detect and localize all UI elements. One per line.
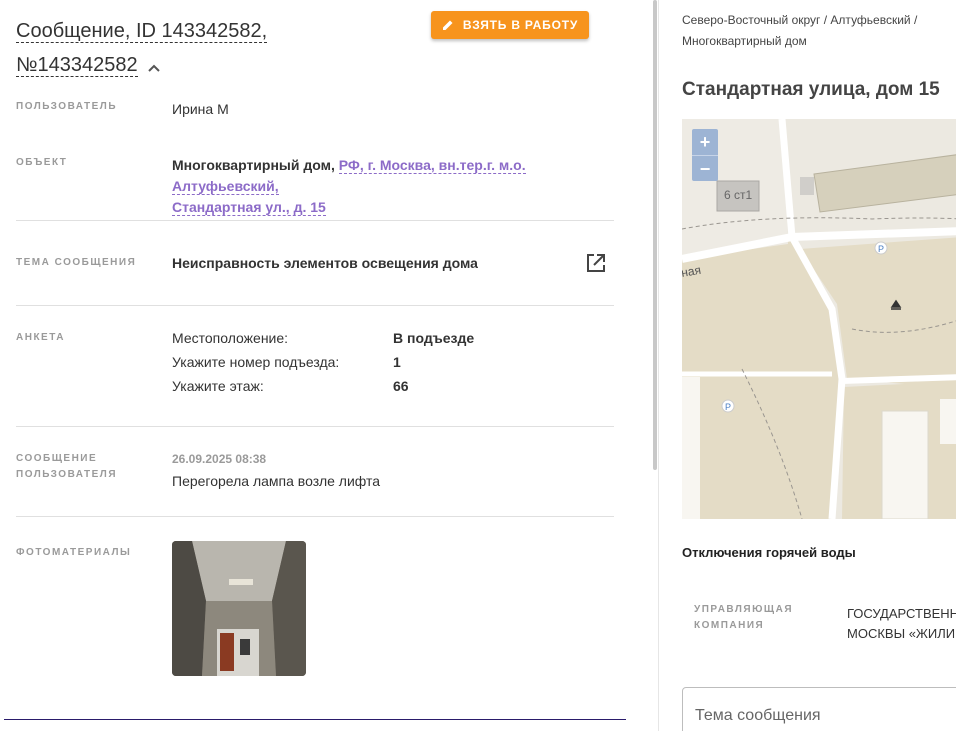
object-info-panel: Северо-Восточный округ / Алтуфьевский / …	[659, 0, 956, 731]
hot-water-outages-title: Отключения горячей воды	[682, 545, 856, 560]
object-value: Многоквартирный дом, РФ, г. Москва, вн.т…	[172, 155, 617, 218]
breadcrumb-line2[interactable]: Многоквартирный дом	[682, 34, 807, 48]
scrollbar-thumb[interactable]	[653, 0, 657, 470]
survey-answer: 66	[393, 378, 409, 394]
map-parking-label: P	[878, 244, 884, 254]
breadcrumb-line1[interactable]: Северо-Восточный округ / Алтуфьевский /	[682, 13, 917, 27]
mc-label-line2: КОМПАНИЯ	[694, 620, 765, 631]
message-text: Перегорела лампа возле лифта	[172, 473, 381, 489]
management-company-value: ГОСУДАРСТВЕНН МОСКВЫ «ЖИЛИ	[847, 604, 956, 644]
map-parking-label-2: P	[725, 402, 731, 412]
map[interactable]: 6 ст1 P P ная + −	[682, 119, 956, 519]
message-label: СООБЩЕНИЕ ПОЛЬЗОВАТЕЛЯ	[16, 451, 117, 483]
title-line1: Сообщение, ID 143342582,	[16, 20, 268, 43]
zoom-out-button[interactable]: −	[692, 155, 718, 181]
object-address-link-2[interactable]: Стандартная ул., д. 15	[172, 199, 326, 216]
zoom-in-button[interactable]: +	[692, 129, 718, 155]
take-to-work-button[interactable]: ВЗЯТЬ В РАБОТУ	[431, 11, 589, 39]
mc-value-line2: МОСКВЫ «ЖИЛИ	[847, 626, 956, 641]
bottom-divider	[4, 719, 626, 720]
photos-label: ФОТОМАТЕРИАЛЫ	[16, 547, 132, 558]
map-zoom-control: + −	[692, 129, 718, 181]
survey-answer: 1	[393, 354, 401, 370]
chevron-up-icon[interactable]	[147, 49, 160, 83]
map-canvas: 6 ст1 P P ная	[682, 119, 956, 519]
divider	[16, 426, 614, 427]
message-label-line2: ПОЛЬЗОВАТЕЛЯ	[16, 469, 118, 480]
divider	[16, 305, 614, 306]
survey-question: Укажите этаж:	[172, 378, 264, 394]
message-details-panel: Сообщение, ID 143342582, №143342582 ВЗЯТ…	[0, 0, 652, 731]
take-button-label: ВЗЯТЬ В РАБОТУ	[462, 18, 579, 32]
survey-label: АНКЕТА	[16, 332, 65, 343]
subject-placeholder: Тема сообщения	[695, 707, 821, 724]
message-label-line1: СООБЩЕНИЕ	[16, 453, 98, 464]
mc-label-line1: УПРАВЛЯЮЩАЯ	[694, 604, 794, 615]
message-date: 26.09.2025 08:38	[172, 452, 267, 466]
divider	[16, 516, 614, 517]
survey-question: Укажите номер подъезда:	[172, 354, 340, 370]
object-label: ОБЪЕКТ	[16, 157, 68, 168]
topic-value: Неисправность элементов освещения дома	[172, 255, 478, 271]
mc-value-line1: ГОСУДАРСТВЕНН	[847, 606, 956, 621]
open-external-icon[interactable]	[585, 252, 607, 279]
message-subject-field[interactable]: Тема сообщения	[682, 687, 956, 731]
object-address-title: Стандартная улица, дом 15	[682, 79, 940, 100]
object-type: Многоквартирный дом,	[172, 157, 335, 173]
pencil-icon	[442, 20, 453, 30]
page-title: Сообщение, ID 143342582, №143342582	[16, 14, 316, 83]
photo-thumbnail[interactable]	[172, 541, 306, 676]
divider	[16, 220, 614, 221]
survey-question: Местоположение:	[172, 330, 289, 346]
title-line2: №143342582	[16, 54, 138, 77]
user-value: Ирина М	[172, 101, 229, 117]
breadcrumb: Северо-Восточный округ / Алтуфьевский / …	[682, 10, 952, 52]
survey-answer: В подъезде	[393, 330, 475, 346]
management-company-label: УПРАВЛЯЮЩАЯ КОМПАНИЯ	[694, 602, 793, 634]
topic-label: ТЕМА СООБЩЕНИЯ	[16, 257, 137, 268]
user-label: ПОЛЬЗОВАТЕЛЬ	[16, 101, 118, 112]
map-building-label: 6 ст1	[724, 188, 753, 202]
